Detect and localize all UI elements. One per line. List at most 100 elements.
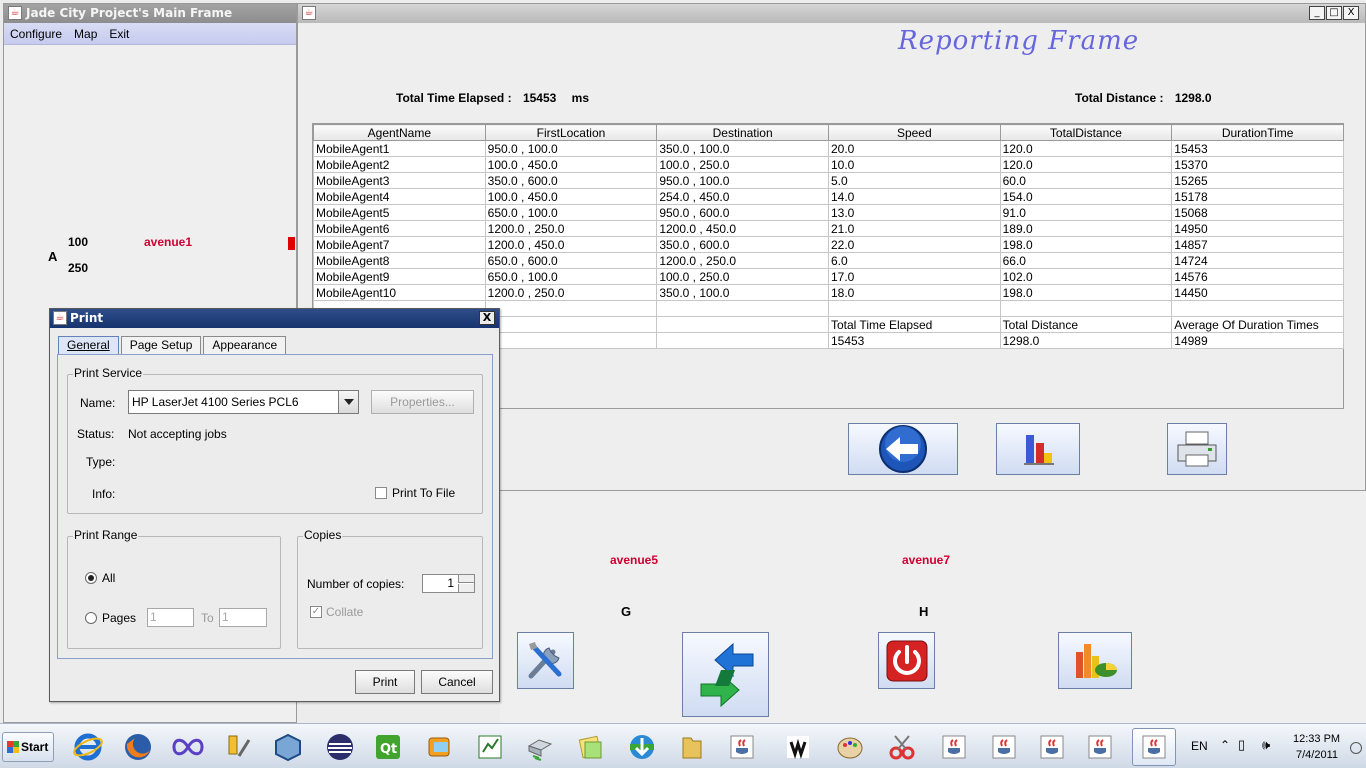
- column-header[interactable]: TotalDistance: [999, 124, 1173, 141]
- column-header[interactable]: Destination: [656, 124, 829, 141]
- table-cell[interactable]: 120.0: [999, 140, 1173, 157]
- table-row[interactable]: MobileAgent8 650.0 , 600.0 1200.0 , 250.0 6…: [313, 252, 1344, 269]
- minimize-button[interactable]: _: [1309, 6, 1325, 20]
- java-app-icon-4[interactable]: [1030, 728, 1074, 766]
- language-indicator[interactable]: EN: [1191, 739, 1208, 753]
- table-cell[interactable]: 100.0 , 250.0: [656, 268, 829, 285]
- eclipse-icon[interactable]: [318, 728, 362, 766]
- table-cell[interactable]: MobileAgent8: [313, 252, 486, 269]
- java-app-icon-5[interactable]: [1078, 728, 1122, 766]
- table-cell[interactable]: 18.0: [827, 284, 1001, 301]
- table-cell[interactable]: Total Distance: [999, 316, 1173, 333]
- column-header[interactable]: Speed: [827, 124, 1001, 141]
- power-exit-button[interactable]: [878, 632, 935, 689]
- table-cell[interactable]: 350.0 , 600.0: [484, 172, 658, 189]
- table-cell[interactable]: 21.0: [827, 220, 1001, 237]
- table-cell[interactable]: 17.0: [827, 268, 1001, 285]
- virtualbox-icon[interactable]: [266, 728, 310, 766]
- menu-map[interactable]: Map: [68, 27, 103, 41]
- tools-app-icon[interactable]: [216, 728, 260, 766]
- settings-tools-button[interactable]: [517, 632, 574, 689]
- network-icon[interactable]: ▯: [1238, 737, 1245, 753]
- column-header[interactable]: DurationTime: [1171, 124, 1344, 141]
- table-cell[interactable]: 198.0: [999, 284, 1173, 301]
- print-all-radio[interactable]: [85, 572, 97, 584]
- table-cell[interactable]: 950.0 , 600.0: [656, 204, 829, 221]
- table-cell[interactable]: 1200.0 , 250.0: [484, 284, 658, 301]
- menu-exit[interactable]: Exit: [103, 27, 135, 41]
- printer-name-combo[interactable]: HP LaserJet 4100 Series PCL6: [128, 390, 359, 414]
- table-cell[interactable]: 1298.0: [999, 332, 1173, 349]
- spinner-down-icon[interactable]: [458, 584, 474, 592]
- print-dialog-titlebar[interactable]: ☕ Print X: [50, 309, 499, 328]
- column-header[interactable]: AgentName: [313, 124, 486, 141]
- table-cell[interactable]: 254.0 , 450.0: [656, 188, 829, 205]
- table-cell[interactable]: 350.0 , 100.0: [656, 284, 829, 301]
- table-cell[interactable]: MobileAgent3: [313, 172, 486, 189]
- table-cell[interactable]: MobileAgent5: [313, 204, 486, 221]
- table-cell[interactable]: [656, 332, 829, 349]
- table-cell[interactable]: 100.0 , 450.0: [484, 188, 658, 205]
- folder-icon[interactable]: [670, 728, 714, 766]
- chevron-down-icon[interactable]: [338, 391, 358, 413]
- internet-explorer-icon[interactable]: [66, 728, 110, 766]
- table-cell[interactable]: Average Of Duration Times: [1171, 316, 1344, 333]
- table-cell[interactable]: 14989: [1171, 332, 1344, 349]
- volume-icon[interactable]: 🕪: [1262, 737, 1270, 753]
- tab-appearance[interactable]: Appearance: [203, 336, 287, 354]
- start-button[interactable]: Start: [2, 732, 54, 762]
- infinity-app-icon[interactable]: [166, 728, 210, 766]
- table-cell[interactable]: 650.0 , 600.0: [484, 252, 658, 269]
- table-cell[interactable]: 650.0 , 100.0: [484, 268, 658, 285]
- table-cell[interactable]: MobileAgent9: [313, 268, 486, 285]
- table-cell[interactable]: [484, 316, 658, 333]
- spinner-up-icon[interactable]: [458, 575, 474, 583]
- table-cell[interactable]: [827, 300, 1001, 317]
- table-cell[interactable]: 15370: [1171, 156, 1344, 173]
- table-cell[interactable]: MobileAgent4: [313, 188, 486, 205]
- table-cell[interactable]: Total Time Elapsed: [827, 316, 1001, 333]
- table-cell[interactable]: 198.0: [999, 236, 1173, 253]
- java-app-icon-2[interactable]: [932, 728, 976, 766]
- print-pages-radio[interactable]: [85, 612, 97, 624]
- table-cell[interactable]: 1200.0 , 250.0: [656, 252, 829, 269]
- update-transfer-button[interactable]: [682, 632, 769, 717]
- table-cell[interactable]: 100.0 , 250.0: [656, 156, 829, 173]
- table-cell[interactable]: 1200.0 , 450.0: [656, 220, 829, 237]
- table-cell[interactable]: 1200.0 , 450.0: [484, 236, 658, 253]
- tab-general[interactable]: General: [58, 336, 119, 354]
- firefox-icon[interactable]: [116, 728, 160, 766]
- cancel-button[interactable]: Cancel: [421, 670, 493, 694]
- print-report-button[interactable]: [1167, 423, 1227, 475]
- table-row[interactable]: MobileAgent2 100.0 , 450.0 100.0 , 250.0 10…: [313, 156, 1344, 173]
- table-cell[interactable]: 950.0 , 100.0: [656, 172, 829, 189]
- table-cell[interactable]: 5.0: [827, 172, 1001, 189]
- pages-to-field[interactable]: 1: [219, 608, 267, 627]
- close-button[interactable]: X: [1343, 6, 1359, 20]
- table-row[interactable]: MobileAgent6 1200.0 , 250.0 1200.0 , 450.0…: [313, 220, 1344, 237]
- table-cell[interactable]: 13.0: [827, 204, 1001, 221]
- print-button[interactable]: Print: [355, 670, 415, 694]
- qt-creator-icon[interactable]: Qt: [366, 728, 410, 766]
- table-cell[interactable]: 6.0: [827, 252, 1001, 269]
- show-hidden-icons-icon[interactable]: ⌃: [1220, 738, 1230, 752]
- java-app-icon-3[interactable]: [982, 728, 1026, 766]
- collate-checkbox[interactable]: ✓: [310, 606, 322, 618]
- maximize-button[interactable]: □: [1326, 6, 1342, 20]
- column-header[interactable]: FirstLocation: [484, 124, 658, 141]
- table-cell[interactable]: [1171, 300, 1344, 317]
- table-cell[interactable]: 91.0: [999, 204, 1173, 221]
- table-cell[interactable]: 100.0 , 450.0: [484, 156, 658, 173]
- drive-app-icon[interactable]: [518, 728, 562, 766]
- charts-statistics-button[interactable]: [1058, 632, 1132, 689]
- reporting-frame-titlebar[interactable]: ☕ _ □ X: [298, 4, 1365, 23]
- table-cell[interactable]: 189.0: [999, 220, 1173, 237]
- table-cell[interactable]: 10.0: [827, 156, 1001, 173]
- back-button[interactable]: [848, 423, 958, 475]
- table-cell[interactable]: [999, 300, 1173, 317]
- table-cell[interactable]: MobileAgent10: [313, 284, 486, 301]
- table-cell[interactable]: MobileAgent1: [313, 140, 486, 157]
- table-cell[interactable]: 154.0: [999, 188, 1173, 205]
- table-cell[interactable]: 14724: [1171, 252, 1344, 269]
- table-cell[interactable]: 15068: [1171, 204, 1344, 221]
